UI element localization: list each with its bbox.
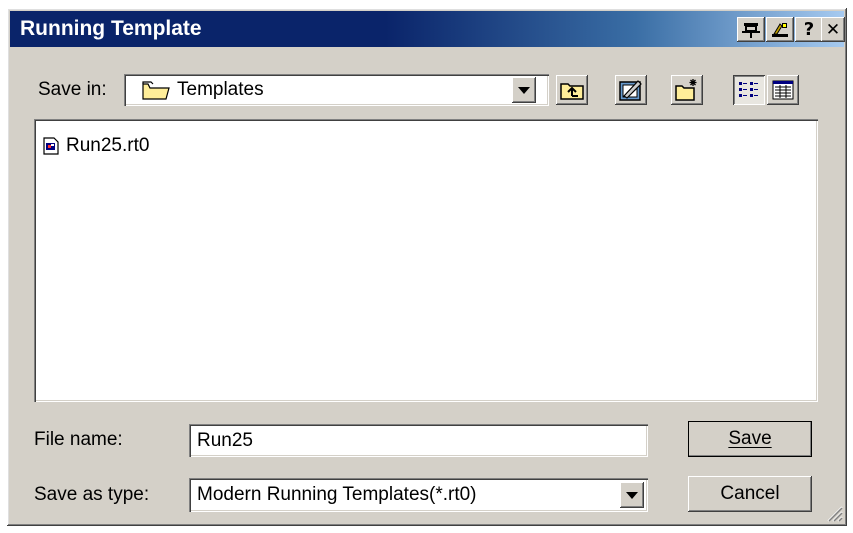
list-item[interactable]: Run25.rt0 <box>42 135 149 157</box>
file-name-input[interactable] <box>189 424 648 457</box>
details-view-icon <box>772 80 794 100</box>
window-title: Running Template <box>20 17 202 40</box>
resize-grip-icon[interactable] <box>825 504 843 522</box>
chevron-down-icon <box>518 87 530 94</box>
save-in-combo[interactable]: Templates <box>124 74 549 106</box>
folder-icon <box>142 81 170 100</box>
wizard-icon <box>772 22 788 37</box>
list-view-icon <box>739 82 758 97</box>
file-list[interactable]: Run25.rt0 <box>34 119 818 402</box>
file-name: Run25.rt0 <box>66 135 150 156</box>
edit-icon <box>619 80 642 101</box>
new-folder-icon <box>675 79 697 101</box>
save-as-type-combo[interactable]: Modern Running Templates(*.rt0) <box>189 478 648 512</box>
save-in-value: Templates <box>177 79 264 100</box>
save-in-dropdown-button[interactable] <box>512 77 536 103</box>
save-dialog: Running Template ? ✕ Save in: Templates … <box>7 8 847 526</box>
title-bar[interactable]: Running Template ? ✕ <box>10 11 845 47</box>
edit-button[interactable] <box>615 75 647 105</box>
close-button[interactable]: ✕ <box>821 17 845 42</box>
wizard-button[interactable] <box>766 17 794 42</box>
save-button-label: Save <box>728 428 772 449</box>
save-as-type-value: Modern Running Templates(*.rt0) <box>197 484 477 505</box>
list-view-button[interactable] <box>733 75 765 105</box>
up-folder-icon <box>560 83 584 100</box>
save-in-label: Save in: <box>38 79 107 100</box>
close-icon: ✕ <box>825 19 841 40</box>
template-file-icon <box>43 137 59 155</box>
pin-button[interactable] <box>737 17 765 42</box>
help-button[interactable]: ? <box>795 17 823 42</box>
save-as-type-label: Save as type: <box>34 484 150 505</box>
create-new-folder-button[interactable] <box>671 75 703 105</box>
up-one-level-button[interactable] <box>556 75 588 105</box>
save-button[interactable]: Save <box>688 421 812 457</box>
file-name-label: File name: <box>34 429 123 450</box>
help-label: ? <box>803 19 815 40</box>
details-view-button[interactable] <box>767 75 799 105</box>
save-as-type-dropdown-button[interactable] <box>620 482 644 508</box>
chevron-down-icon <box>626 492 638 499</box>
cancel-button-label: Cancel <box>720 483 780 504</box>
pin-icon <box>742 22 760 38</box>
cancel-button[interactable]: Cancel <box>688 476 812 512</box>
